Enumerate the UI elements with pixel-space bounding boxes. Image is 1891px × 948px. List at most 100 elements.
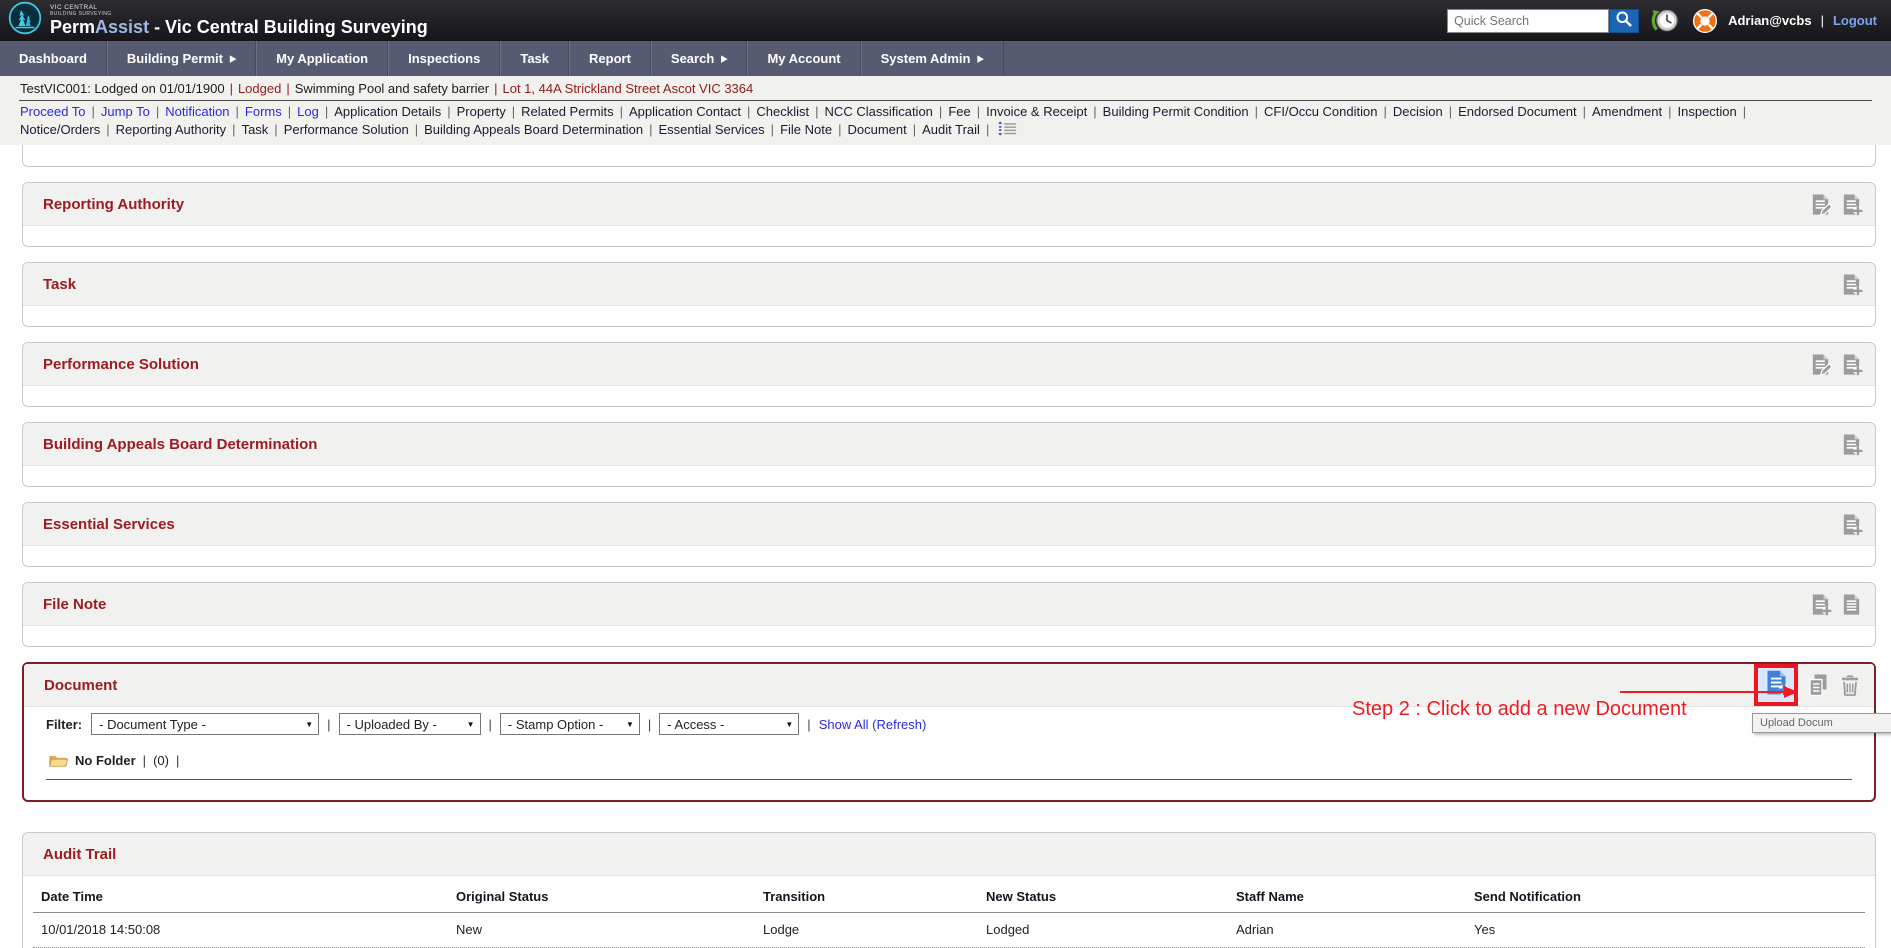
nav-link-audit-trail[interactable]: Audit Trail	[922, 122, 980, 137]
menu-item-task[interactable]: Task	[500, 41, 570, 76]
help-lifebuoy-icon[interactable]	[1691, 7, 1719, 35]
nav-link-performance-solution[interactable]: Performance Solution	[284, 122, 409, 137]
filter-separator: |	[327, 716, 331, 732]
dropdown-caret-icon: ▼	[785, 719, 794, 729]
filter-select-uploaded-by[interactable]: - Uploaded By - ▼	[338, 713, 481, 735]
section-building-appeals-board-determination: Building Appeals Board Determination	[22, 422, 1876, 487]
delete-document-icon[interactable]	[1838, 673, 1862, 697]
column-header-send-notification: Send Notification	[1474, 889, 1581, 904]
section-title: Performance Solution	[43, 355, 199, 373]
history-clock-icon[interactable]	[1648, 5, 1682, 37]
document-section-header: Document	[24, 664, 1874, 707]
menu-item-dashboard[interactable]: Dashboard	[0, 41, 107, 76]
menu-item-my-account[interactable]: My Account	[747, 41, 861, 76]
link-separator: |	[649, 122, 653, 137]
logout-link[interactable]: Logout	[1833, 13, 1877, 28]
quick-search-input[interactable]	[1447, 8, 1610, 33]
edit-doc-icon[interactable]	[1809, 193, 1832, 216]
edit-doc-icon[interactable]	[1809, 353, 1832, 376]
folder-row: No Folder | (0) |	[24, 741, 1874, 776]
add-doc-icon[interactable]	[1840, 433, 1863, 456]
section-title: Building Appeals Board Determination	[43, 435, 318, 453]
link-separator: |	[770, 122, 775, 137]
link-separator: |	[912, 122, 917, 137]
nav-link-ncc-classification[interactable]: NCC Classification	[825, 104, 933, 119]
section-title: Reporting Authority	[43, 195, 185, 213]
application-context-bar: TestVIC001: Lodged on 01/01/1900 | Lodged |…	[0, 76, 1891, 145]
section-list-icon[interactable]	[997, 120, 1017, 141]
section-reporting-authority: Reporting Authority	[22, 182, 1876, 247]
nav-link-application-contact[interactable]: Application Contact	[629, 104, 741, 119]
filter-select-stamp-option[interactable]: - Stamp Option - ▼	[499, 713, 640, 735]
add-doc-icon[interactable]	[1840, 273, 1863, 296]
audit-trail-header: Audit Trail	[23, 833, 1875, 876]
add-document-button[interactable]	[1754, 664, 1798, 706]
menu-item-inspections[interactable]: Inspections	[388, 41, 501, 76]
menu-item-building-permit[interactable]: Building Permit ▶	[106, 41, 257, 76]
logged-in-user: Adrian@vcbs	[1728, 13, 1812, 28]
nav-link-invoice-receipt[interactable]: Invoice & Receipt	[986, 104, 1087, 119]
view-doc-icon[interactable]	[1840, 593, 1863, 616]
nav-link-reporting-authority[interactable]: Reporting Authority	[116, 122, 227, 137]
nav-link-task[interactable]: Task	[242, 122, 269, 137]
nav-link-related-permits[interactable]: Related Permits	[521, 104, 613, 119]
task-header: Task	[23, 263, 1875, 306]
menu-item-report[interactable]: Report	[569, 41, 651, 76]
nav-link-document[interactable]: Document	[847, 122, 906, 137]
nav-link-jump-to[interactable]: Jump To	[101, 104, 150, 119]
building-appeals-board-determination-header: Building Appeals Board Determination	[23, 423, 1875, 466]
section-body	[23, 386, 1875, 406]
column-header-transition: Transition	[763, 889, 826, 904]
nav-link-fee[interactable]: Fee	[948, 104, 970, 119]
show-all-refresh-link[interactable]: Show All (Refresh)	[819, 717, 927, 732]
link-separator: |	[91, 104, 95, 119]
nav-link-cfi-occu-condition[interactable]: CFI/Occu Condition	[1264, 104, 1377, 119]
nav-link-application-details[interactable]: Application Details	[334, 104, 441, 119]
nav-link-essential-services[interactable]: Essential Services	[658, 122, 764, 137]
nav-link-file-note[interactable]: File Note	[780, 122, 832, 137]
copy-document-icon[interactable]	[1806, 673, 1830, 697]
dropdown-caret-icon: ▼	[305, 719, 314, 729]
dropdown-caret-icon: ▼	[625, 719, 634, 729]
add-doc-icon[interactable]	[1840, 353, 1863, 376]
nav-link-amendment[interactable]: Amendment	[1592, 104, 1662, 119]
link-separator: |	[287, 104, 292, 119]
application-status: Lodged	[237, 81, 282, 96]
menu-item-system-admin[interactable]: System Admin ▶	[860, 41, 1004, 76]
nav-link-property[interactable]: Property	[457, 104, 506, 119]
divider	[46, 779, 1852, 780]
add-doc-icon[interactable]	[1840, 513, 1863, 536]
nav-link-notification[interactable]: Notification	[165, 104, 229, 119]
link-separator: |	[447, 104, 451, 119]
file-note-header: File Note	[23, 583, 1875, 626]
no-folder-label[interactable]: No Folder	[75, 753, 136, 768]
add-doc-icon[interactable]	[1809, 593, 1832, 616]
folder-count: (0)	[153, 752, 169, 768]
filter-select-access[interactable]: - Access - ▼	[659, 713, 800, 735]
nav-link-building-appeals-board-determination[interactable]: Building Appeals Board Determination	[424, 122, 643, 137]
nav-link-checklist[interactable]: Checklist	[756, 104, 809, 119]
section-body	[23, 226, 1875, 246]
nav-link-forms[interactable]: Forms	[245, 104, 282, 119]
nav-link-log[interactable]: Log	[297, 104, 319, 119]
nav-link-inspection[interactable]: Inspection	[1678, 104, 1737, 119]
submenu-arrow-icon: ▶	[977, 53, 984, 64]
nav-link-building-permit-condition[interactable]: Building Permit Condition	[1103, 104, 1249, 119]
nav-link-endorsed-document[interactable]: Endorsed Document	[1458, 104, 1577, 119]
menu-item-my-application[interactable]: My Application	[256, 41, 389, 76]
filter-select-document-type[interactable]: - Document Type - ▼	[91, 713, 320, 735]
search-button[interactable]	[1609, 8, 1640, 33]
column-header-staff-name: Staff Name	[1236, 889, 1304, 904]
filter-select-value: - Uploaded By -	[346, 716, 437, 732]
section-essential-services: Essential Services	[22, 502, 1876, 567]
add-doc-icon[interactable]	[1840, 193, 1863, 216]
nav-link-proceed-to[interactable]: Proceed To	[20, 104, 86, 119]
section-body	[23, 306, 1875, 326]
section-task: Task	[22, 262, 1876, 327]
menu-item-search[interactable]: Search ▶	[650, 41, 748, 76]
nav-link-notice-orders[interactable]: Notice/Orders	[20, 122, 100, 137]
nav-link-decision[interactable]: Decision	[1393, 104, 1443, 119]
section-title: Document	[44, 676, 118, 694]
dropdown-caret-icon: ▼	[466, 719, 475, 729]
link-separator: |	[1582, 104, 1587, 119]
